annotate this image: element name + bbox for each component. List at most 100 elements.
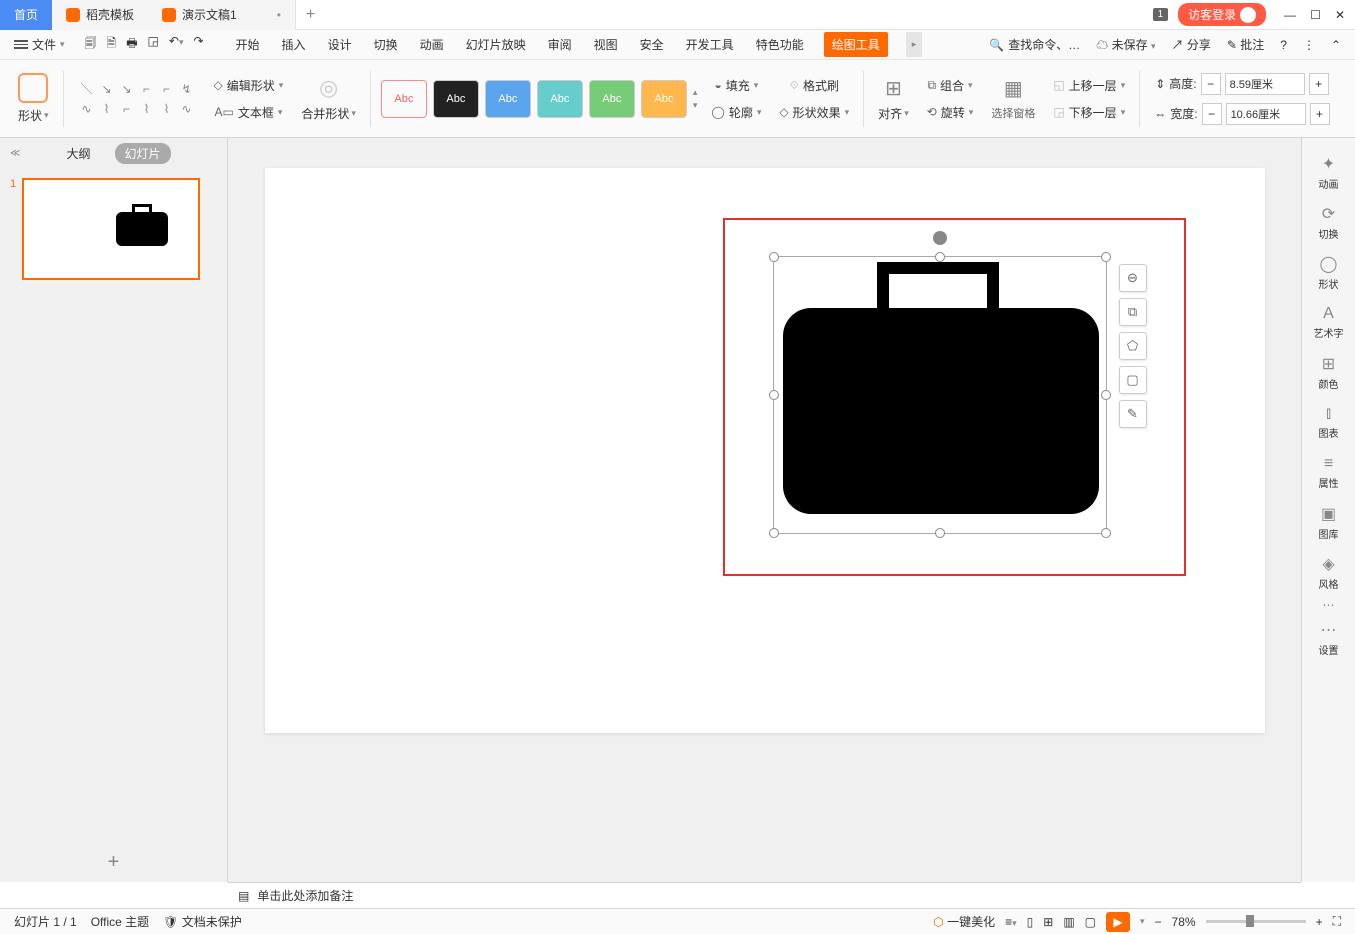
menu-slideshow[interactable]: 幻灯片放映: [464, 32, 528, 57]
rp-transition[interactable]: ⟳切换: [1304, 198, 1354, 246]
collapse-panel-icon[interactable]: ≪: [10, 148, 20, 159]
gallery-down[interactable]: ▾: [693, 100, 698, 111]
canvas-area[interactable]: ⊖ ⧉ ⬠ ▢ ✎: [228, 138, 1301, 882]
menu-security[interactable]: 安全: [638, 32, 666, 57]
style-5[interactable]: Abc: [589, 80, 635, 118]
handle-tm[interactable]: [935, 252, 945, 262]
help-icon[interactable]: ?: [1280, 38, 1287, 52]
beautify-button[interactable]: ⬡ 一键美化: [933, 913, 995, 930]
handle-tr[interactable]: [1101, 252, 1111, 262]
play-button[interactable]: ▶: [1106, 912, 1130, 932]
fit-icon[interactable]: ⛶: [1333, 914, 1341, 929]
menu-insert[interactable]: 插入: [280, 32, 308, 57]
save-icon[interactable]: 🗐: [85, 34, 97, 55]
style-gallery[interactable]: Abc Abc Abc Abc Abc Abc ▴ ▾: [381, 80, 698, 118]
float-pen[interactable]: ✎: [1119, 400, 1147, 428]
rp-shapes[interactable]: ◯形状: [1304, 248, 1354, 296]
gallery-up[interactable]: ▴: [693, 87, 698, 98]
menu-devtools[interactable]: 开发工具: [684, 32, 736, 57]
minimize-icon[interactable]: —: [1284, 8, 1296, 22]
fill-button[interactable]: ◒ 填充 ▾: [715, 77, 759, 94]
menu-start[interactable]: 开始: [234, 32, 262, 57]
textbox[interactable]: A▭ 文本框 ▾: [214, 104, 282, 121]
rotate-button[interactable]: ⟲ 旋转 ▾: [927, 104, 974, 121]
menu-features[interactable]: 特色功能: [754, 32, 806, 57]
menu-view[interactable]: 视图: [592, 32, 620, 57]
rp-gallery[interactable]: ▣图库: [1304, 498, 1354, 546]
tab-document[interactable]: 演示文稿1•: [148, 0, 296, 30]
menu-design[interactable]: 设计: [326, 32, 354, 57]
handle-tl[interactable]: [769, 252, 779, 262]
float-frame[interactable]: ▢: [1119, 366, 1147, 394]
rp-settings[interactable]: ⋯设置: [1304, 614, 1354, 662]
share-button[interactable]: ↗ 分享: [1171, 36, 1210, 53]
rp-properties[interactable]: ≡属性: [1304, 448, 1354, 496]
rp-wordart[interactable]: A艺术字: [1304, 298, 1354, 346]
float-layout[interactable]: ⧉: [1119, 298, 1147, 326]
view-reading-icon[interactable]: ▥: [1063, 915, 1074, 929]
login-button[interactable]: 访客登录: [1178, 3, 1266, 26]
width-plus[interactable]: +: [1310, 103, 1330, 125]
menu-transition[interactable]: 切换: [372, 32, 400, 57]
handle-br[interactable]: [1101, 528, 1111, 538]
rp-charts[interactable]: ⫾图表: [1304, 398, 1354, 446]
handle-bl[interactable]: [769, 528, 779, 538]
rp-animation[interactable]: ✦动画: [1304, 148, 1354, 196]
float-minus[interactable]: ⊖: [1119, 264, 1147, 292]
notes-pane[interactable]: ▤ 单击此处添加备注: [228, 882, 1301, 908]
maximize-icon[interactable]: ☐: [1310, 8, 1321, 22]
zoom-value[interactable]: 78%: [1172, 915, 1196, 929]
style-2[interactable]: Abc: [433, 80, 479, 118]
handle-mr[interactable]: [1101, 390, 1111, 400]
zoom-slider[interactable]: [1206, 920, 1306, 923]
style-6[interactable]: Abc: [641, 80, 687, 118]
style-3[interactable]: Abc: [485, 80, 531, 118]
width-minus[interactable]: −: [1202, 103, 1222, 125]
rp-style[interactable]: ◈风格: [1304, 548, 1354, 596]
align-button[interactable]: ⊞ 对齐▾: [874, 76, 913, 122]
height-plus[interactable]: +: [1309, 73, 1329, 95]
outline-button[interactable]: ◯ 轮廓 ▾: [711, 104, 761, 121]
tab-template[interactable]: 稻壳模板: [52, 0, 148, 30]
undo-icon[interactable]: ↶▾: [169, 34, 184, 55]
notification-badge[interactable]: 1: [1153, 8, 1169, 21]
zoom-out[interactable]: −: [1155, 915, 1162, 929]
unsaved-status[interactable]: ☁ 未保存 ▾: [1096, 36, 1155, 53]
width-input[interactable]: [1226, 103, 1306, 125]
view-normal-icon[interactable]: ▯: [1027, 915, 1034, 929]
rotate-handle[interactable]: [933, 231, 947, 245]
edit-shape[interactable]: ◇ 编辑形状 ▾: [214, 77, 284, 94]
outline-tab[interactable]: 大纲: [56, 143, 100, 164]
handle-bm[interactable]: [935, 528, 945, 538]
menu-review[interactable]: 审阅: [546, 32, 574, 57]
redo-icon[interactable]: ↷: [193, 34, 203, 55]
style-1[interactable]: Abc: [381, 80, 427, 118]
preview-icon[interactable]: ◲: [148, 34, 159, 55]
float-shape[interactable]: ⬠: [1119, 332, 1147, 360]
menu-drawing-arrow[interactable]: ▸: [906, 32, 923, 57]
shape-effect[interactable]: ◇ 形状效果 ▾: [779, 104, 849, 121]
height-input[interactable]: [1225, 73, 1305, 95]
zoom-in[interactable]: +: [1316, 915, 1323, 929]
menu-animation[interactable]: 动画: [418, 32, 446, 57]
saveas-icon[interactable]: 🗎: [107, 34, 117, 55]
selection-pane[interactable]: ▦ 选择窗格: [987, 76, 1039, 121]
protect-status[interactable]: 🛡 文档未保护: [163, 913, 242, 930]
selection-box[interactable]: [773, 256, 1107, 534]
handle-ml[interactable]: [769, 390, 779, 400]
file-menu[interactable]: 文件▾: [14, 36, 65, 53]
shape-group[interactable]: 形状▾: [14, 73, 53, 124]
tab-home[interactable]: 首页: [0, 0, 52, 30]
rp-colors[interactable]: ⊞颜色: [1304, 348, 1354, 396]
line-gallery[interactable]: ＼↘↘⌐⌐↯ ∿⌇⌐⌇⌇∿: [78, 80, 196, 118]
close-icon[interactable]: ✕: [1335, 8, 1345, 22]
menu-drawing-tools[interactable]: 绘图工具: [824, 32, 888, 57]
style-4[interactable]: Abc: [537, 80, 583, 118]
slide-canvas[interactable]: ⊖ ⧉ ⬠ ▢ ✎: [265, 168, 1265, 733]
print-icon[interactable]: 🖶: [126, 34, 137, 55]
approve-button[interactable]: ✎ 批注: [1227, 36, 1264, 53]
slide-thumbnail-1[interactable]: [22, 178, 200, 280]
group-button[interactable]: ⧉ 组合 ▾: [927, 77, 972, 94]
command-search[interactable]: 🔍 查找命令、…: [989, 36, 1080, 53]
more-icon[interactable]: ⋮: [1303, 38, 1315, 52]
